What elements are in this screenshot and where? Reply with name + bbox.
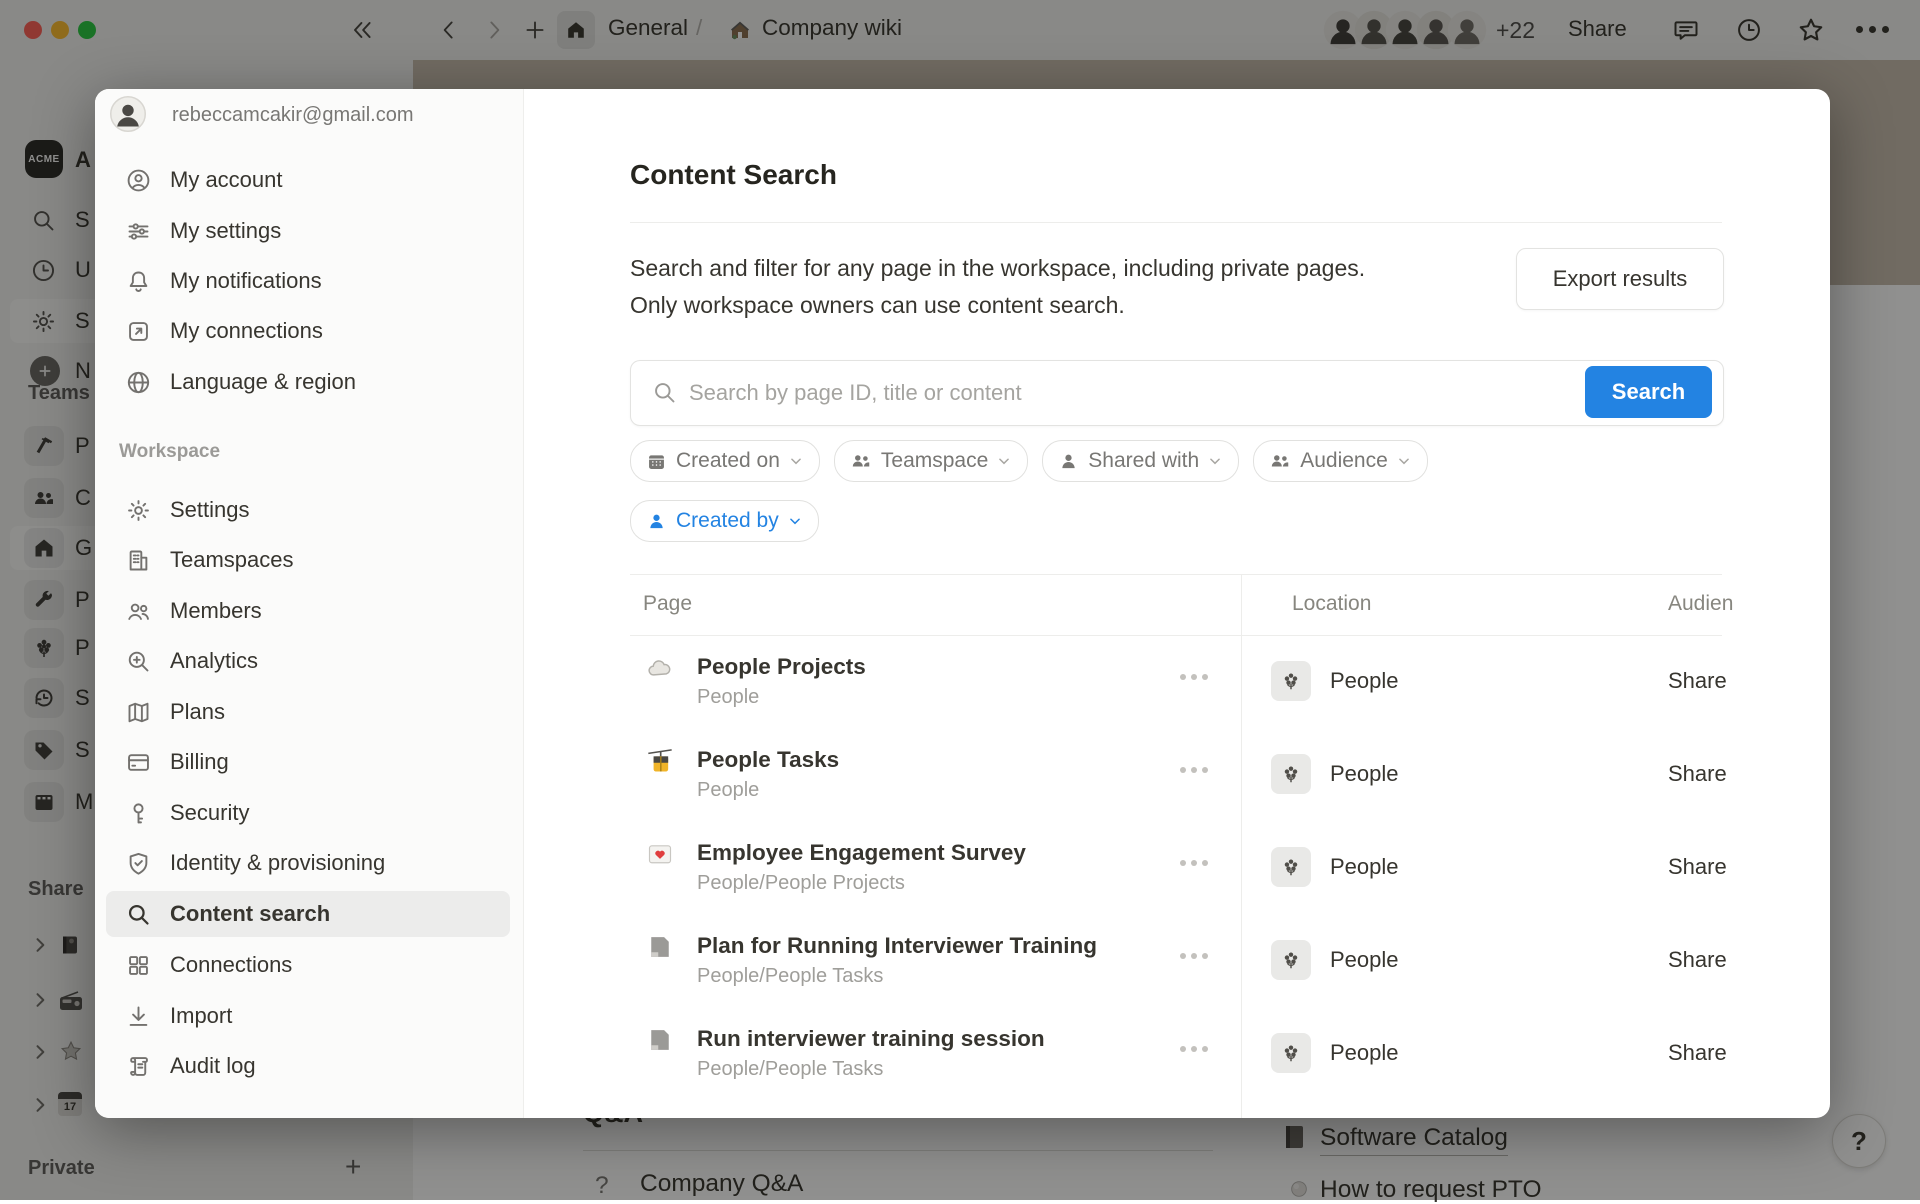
page-description: Search and filter for any page in the wo… [630, 250, 1630, 324]
chevron-down-icon [1397, 454, 1411, 468]
chevron-down-icon [789, 454, 803, 468]
menu-item-content-search[interactable]: Content search [95, 892, 523, 936]
menu-item-settings[interactable]: Settings [95, 488, 523, 532]
globe-icon [123, 367, 153, 397]
menu-item-import[interactable]: Import [95, 994, 523, 1038]
filter-created-on[interactable]: Created on [630, 440, 820, 482]
table-row[interactable]: Employee Engagement Survey People/People… [630, 821, 1830, 914]
filter-shared-with[interactable]: Shared with [1042, 440, 1239, 482]
key-icon [123, 798, 153, 828]
gear-icon [123, 495, 153, 525]
building-icon [123, 545, 153, 575]
person-circle-icon [123, 165, 153, 195]
gray-page-icon [645, 932, 675, 962]
sliders-icon [123, 216, 153, 246]
cable-car-icon [645, 746, 675, 776]
row-more-options-icon[interactable] [1180, 860, 1208, 866]
people-icon [1269, 450, 1291, 472]
chevron-down-icon [788, 514, 802, 528]
table-row[interactable]: People Tasks People People Share [630, 728, 1830, 821]
filter-created-by[interactable]: Created by [630, 500, 819, 542]
account-email: rebeccamcakir@gmail.com [172, 104, 413, 127]
row-more-options-icon[interactable] [1180, 953, 1208, 959]
export-results-button[interactable]: Export results [1516, 248, 1724, 310]
menu-item-my-notifications[interactable]: My notifications [95, 259, 523, 303]
content-search-bar [630, 360, 1724, 426]
page-title: Content Search [630, 159, 1722, 191]
teamspace-flower-icon [1271, 754, 1311, 794]
teamspace-flower-icon [1271, 940, 1311, 980]
menu-item-connections[interactable]: Connections [95, 943, 523, 987]
column-header-audience: Audien [1668, 592, 1733, 616]
gray-page-icon [645, 1025, 675, 1055]
teamspace-flower-icon [1271, 1033, 1311, 1073]
menu-item-plans[interactable]: Plans [95, 690, 523, 734]
map-icon [123, 697, 153, 727]
menu-item-members[interactable]: Members [95, 589, 523, 633]
menu-item-billing[interactable]: Billing [95, 740, 523, 784]
download-icon [123, 1001, 153, 1031]
active-filter-row: Created by [630, 500, 819, 542]
people-icon [850, 450, 872, 472]
menu-item-analytics[interactable]: Analytics [95, 639, 523, 683]
search-input[interactable] [687, 361, 1611, 425]
arrow-up-right-box-icon [123, 316, 153, 346]
menu-item-audit-log[interactable]: Audit log [95, 1044, 523, 1088]
chevron-down-icon [1208, 454, 1222, 468]
person-icon [646, 511, 667, 532]
settings-modal: rebeccamcakir@gmail.com My account My se… [95, 89, 1830, 1118]
menu-item-my-account[interactable]: My account [95, 158, 523, 202]
credit-card-icon [123, 747, 153, 777]
calendar-icon [646, 451, 667, 472]
chevron-down-icon [997, 454, 1011, 468]
account-avatar [110, 96, 146, 132]
table-row[interactable]: People Projects People People Share [630, 635, 1830, 728]
teamspace-flower-icon [1271, 661, 1311, 701]
search-icon [123, 899, 153, 929]
search-icon [651, 379, 678, 406]
person-icon [1058, 451, 1079, 472]
shield-check-icon [123, 848, 153, 878]
divider [630, 222, 1722, 223]
love-letter-icon [645, 839, 675, 869]
filter-chip-row: Created on Teamspace Shared with Audienc… [630, 440, 1428, 482]
cloud-icon [645, 653, 675, 683]
row-more-options-icon[interactable] [1180, 767, 1208, 773]
teamspace-flower-icon [1271, 847, 1311, 887]
people-icon [123, 596, 153, 626]
menu-item-language-region[interactable]: Language & region [95, 360, 523, 404]
filter-teamspace[interactable]: Teamspace [834, 440, 1028, 482]
magnifier-plus-icon [123, 646, 153, 676]
menu-item-identity-provisioning[interactable]: Identity & provisioning [95, 841, 523, 885]
table-top-border [630, 574, 1722, 575]
settings-content: Content Search Search and filter for any… [523, 89, 1830, 1118]
workspace-section-header: Workspace [119, 441, 220, 463]
column-header-location: Location [1292, 592, 1371, 616]
search-button[interactable]: Search [1585, 366, 1712, 418]
table-row[interactable]: Run interviewer training session People/… [630, 1007, 1830, 1100]
row-more-options-icon[interactable] [1180, 674, 1208, 680]
grid-icon [123, 950, 153, 980]
table-row[interactable]: Plan for Running Interviewer Training Pe… [630, 914, 1830, 1007]
menu-item-my-connections[interactable]: My connections [95, 309, 523, 353]
row-more-options-icon[interactable] [1180, 1046, 1208, 1052]
menu-item-teamspaces[interactable]: Teamspaces [95, 538, 523, 582]
filter-audience[interactable]: Audience [1253, 440, 1428, 482]
scroll-icon [123, 1051, 153, 1081]
menu-item-my-settings[interactable]: My settings [95, 209, 523, 253]
bell-icon [123, 266, 153, 296]
menu-item-security[interactable]: Security [95, 791, 523, 835]
settings-sidebar: rebeccamcakir@gmail.com My account My se… [95, 89, 524, 1118]
column-header-page: Page [643, 592, 692, 616]
